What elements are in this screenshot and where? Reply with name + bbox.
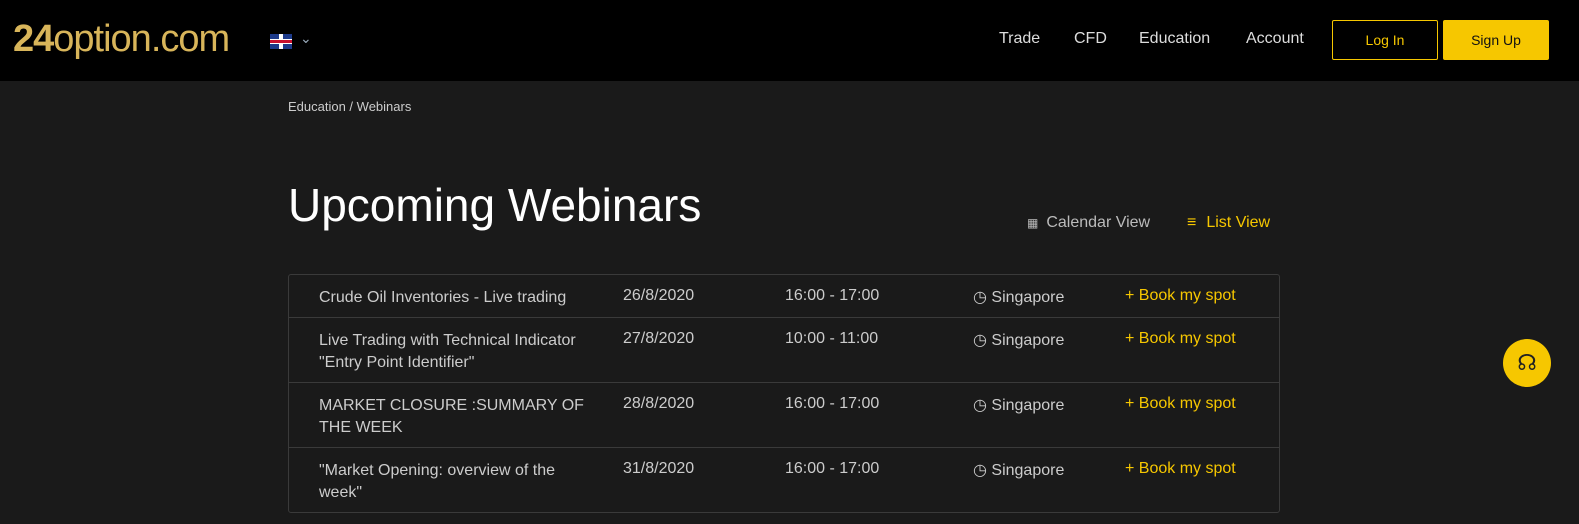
- logo[interactable]: 24option.com: [13, 18, 230, 61]
- header: 24option.com ⌄ Trade CFD Education Accou…: [0, 0, 1579, 81]
- book-spot-button[interactable]: + Book my spot: [1125, 330, 1236, 348]
- clock-icon: ◷: [973, 289, 992, 306]
- book-spot-button[interactable]: + Book my spot: [1125, 460, 1236, 478]
- webinars-table: Crude Oil Inventories - Live trading 26/8…: [288, 274, 1280, 513]
- table-row: Live Trading with Technical Indicator "E…: [289, 317, 1279, 382]
- signup-button[interactable]: Sign Up: [1443, 20, 1549, 60]
- list-icon: ≡: [1187, 214, 1197, 231]
- list-view-toggle[interactable]: ≡ List View: [1187, 214, 1270, 232]
- page-title: Upcoming Webinars: [288, 179, 702, 231]
- nav-account[interactable]: Account: [1246, 30, 1304, 48]
- clock-icon: ◷: [973, 332, 992, 349]
- nav-education[interactable]: Education: [1139, 30, 1210, 48]
- breadcrumb[interactable]: Education / Webinars: [288, 99, 411, 114]
- nav-cfd[interactable]: CFD: [1074, 30, 1107, 48]
- calendar-view-toggle[interactable]: ▦ Calendar View: [1027, 214, 1150, 232]
- table-row: Crude Oil Inventories - Live trading 26/8…: [319, 287, 1236, 306]
- clock-icon: ◷: [973, 397, 992, 414]
- chevron-down-icon[interactable]: ⌄: [300, 30, 312, 47]
- book-spot-button[interactable]: + Book my spot: [1125, 395, 1236, 413]
- table-row: MARKET CLOSURE :SUMMARY OF THE WEEK 28/8/…: [289, 382, 1279, 447]
- nav-trade[interactable]: Trade: [999, 30, 1040, 48]
- headset-icon: ☊: [1517, 350, 1537, 375]
- grid-icon: ▦: [1027, 216, 1039, 230]
- book-spot-button[interactable]: + Book my spot: [1125, 287, 1236, 305]
- support-headset-button[interactable]: ☊: [1503, 339, 1551, 387]
- table-row: "Market Opening: overview of the week" 31…: [289, 447, 1279, 512]
- login-button[interactable]: Log In: [1332, 20, 1438, 60]
- clock-icon: ◷: [973, 462, 992, 479]
- uk-flag-icon[interactable]: [270, 34, 292, 49]
